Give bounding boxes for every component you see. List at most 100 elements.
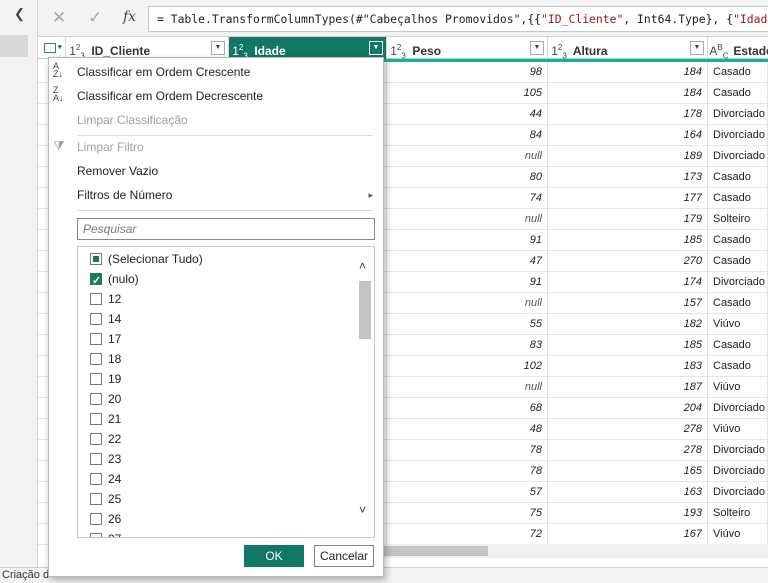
checkbox[interactable] <box>90 473 102 485</box>
peso-cell[interactable]: 105 <box>387 83 548 104</box>
checkbox[interactable] <box>90 453 102 465</box>
filter-value-item[interactable]: 23 <box>78 449 356 469</box>
checkbox[interactable] <box>90 293 102 305</box>
altura-cell[interactable]: 185 <box>548 335 708 356</box>
checkbox[interactable] <box>90 313 102 325</box>
altura-cell[interactable]: 173 <box>548 167 708 188</box>
estado-cell[interactable]: Solteiro <box>708 209 768 230</box>
scroll-up-icon[interactable]: ˄ <box>359 259 366 273</box>
estado-cell[interactable]: Viúvo <box>708 314 768 335</box>
filter-value-item[interactable]: 19 <box>78 369 356 389</box>
column-header-id-cliente[interactable]: 123 ID_Cliente ▼ <box>66 37 229 59</box>
checkbox[interactable] <box>90 373 102 385</box>
peso-cell[interactable]: 102 <box>387 356 548 377</box>
peso-cell[interactable]: 44 <box>387 104 548 125</box>
altura-cell[interactable]: 179 <box>548 209 708 230</box>
checkbox[interactable] <box>90 413 102 425</box>
altura-cell[interactable]: 182 <box>548 314 708 335</box>
peso-cell[interactable]: null <box>387 377 548 398</box>
scroll-down-icon[interactable]: ˅ <box>359 503 366 517</box>
peso-cell[interactable]: 48 <box>387 419 548 440</box>
whole-number-type-icon[interactable]: 123 <box>229 37 251 59</box>
checkbox[interactable] <box>90 271 102 291</box>
altura-cell[interactable]: 184 <box>548 62 708 83</box>
commit-formula-icon[interactable]: ✓ <box>88 8 102 28</box>
checkbox[interactable] <box>90 333 102 345</box>
altura-cell[interactable]: 165 <box>548 461 708 482</box>
peso-cell[interactable]: 57 <box>387 482 548 503</box>
sort-ascending-item[interactable]: A Z↓ Classificar em Ordem Crescente <box>49 60 383 84</box>
clear-sort-item[interactable]: Limpar Classificação <box>49 108 383 132</box>
estado-cell[interactable]: Casado <box>708 293 768 314</box>
altura-cell[interactable]: 184 <box>548 83 708 104</box>
altura-cell[interactable]: 278 <box>548 419 708 440</box>
altura-cell[interactable]: 157 <box>548 293 708 314</box>
cancel-formula-icon[interactable]: ✕ <box>52 8 66 28</box>
filter-value-item[interactable]: 27 <box>78 529 356 537</box>
altura-cell[interactable]: 183 <box>548 356 708 377</box>
altura-cell[interactable]: 193 <box>548 503 708 524</box>
peso-cell[interactable]: 80 <box>387 167 548 188</box>
fx-icon[interactable]: fx <box>123 9 136 25</box>
sort-descending-item[interactable]: Z A↓ Classificar em Ordem Decrescente <box>49 84 383 108</box>
estado-cell[interactable]: Divorciado <box>708 104 768 125</box>
peso-cell[interactable]: 55 <box>387 314 548 335</box>
filter-value-item[interactable]: 20 <box>78 389 356 409</box>
estado-cell[interactable]: Casado <box>708 62 768 83</box>
table-menu-button[interactable]: ▾ <box>38 37 66 59</box>
filter-value-item[interactable]: 22 <box>78 429 356 449</box>
clear-filter-item[interactable]: ⧩ Limpar Filtro <box>49 135 383 159</box>
peso-cell[interactable]: 78 <box>387 440 548 461</box>
estado-cell[interactable]: Divorciado <box>708 398 768 419</box>
altura-cell[interactable]: 178 <box>548 104 708 125</box>
whole-number-type-icon[interactable]: 123 <box>66 37 88 59</box>
estado-cell[interactable]: Casado <box>708 167 768 188</box>
peso-cell[interactable]: null <box>387 209 548 230</box>
estado-cell[interactable]: Viúvo <box>708 524 768 545</box>
ok-button[interactable]: OK <box>244 545 304 567</box>
estado-cell[interactable]: Divorciado <box>708 482 768 503</box>
filter-value-item[interactable]: 12 <box>78 289 356 309</box>
estado-cell[interactable]: Divorciado <box>708 461 768 482</box>
peso-cell[interactable]: 74 <box>387 188 548 209</box>
altura-cell[interactable]: 204 <box>548 398 708 419</box>
filter-value-item[interactable]: 17 <box>78 329 356 349</box>
peso-cell[interactable]: 91 <box>387 230 548 251</box>
peso-cell[interactable]: 68 <box>387 398 548 419</box>
peso-cell[interactable]: 72 <box>387 524 548 545</box>
formula-input[interactable]: = Table.TransformColumnTypes(#"Cabeçalho… <box>148 6 768 32</box>
peso-cell[interactable]: 83 <box>387 335 548 356</box>
cancel-button[interactable]: Cancelar <box>314 545 374 567</box>
peso-cell[interactable]: 75 <box>387 503 548 524</box>
altura-cell[interactable]: 187 <box>548 377 708 398</box>
estado-cell[interactable]: Solteiro <box>708 503 768 524</box>
number-filters-item[interactable]: Filtros de Número ▸ <box>49 183 383 207</box>
vertical-scrollbar-thumb[interactable] <box>359 281 371 339</box>
whole-number-type-icon[interactable]: 123 <box>548 37 570 59</box>
filter-value-item[interactable]: 25 <box>78 489 356 509</box>
remove-empty-item[interactable]: Remover Vazio <box>49 159 383 183</box>
altura-cell[interactable]: 164 <box>548 125 708 146</box>
peso-cell[interactable]: 47 <box>387 251 548 272</box>
estado-cell[interactable]: Casado <box>708 83 768 104</box>
filter-value-item[interactable]: 26 <box>78 509 356 529</box>
peso-cell[interactable]: 91 <box>387 272 548 293</box>
altura-cell[interactable]: 174 <box>548 272 708 293</box>
estado-cell[interactable]: Casado <box>708 188 768 209</box>
checkbox[interactable] <box>90 353 102 365</box>
estado-cell[interactable]: Casado <box>708 251 768 272</box>
horizontal-scrollbar-thumb[interactable] <box>378 546 488 556</box>
filter-value-item[interactable]: (Selecionar Tudo) <box>78 249 356 269</box>
estado-cell[interactable]: Divorciado <box>708 272 768 293</box>
estado-cell[interactable]: Viúvo <box>708 419 768 440</box>
estado-cell[interactable]: Casado <box>708 356 768 377</box>
altura-cell[interactable]: 270 <box>548 251 708 272</box>
vertical-scrollbar[interactable]: ˄ ˅ <box>356 247 374 537</box>
checkbox[interactable] <box>90 513 102 525</box>
checkbox[interactable] <box>90 493 102 505</box>
filter-value-item[interactable]: (nulo) <box>78 269 356 291</box>
column-header-idade[interactable]: 123 Idade ▼ <box>229 37 387 59</box>
checkbox[interactable] <box>90 533 102 537</box>
checkbox[interactable] <box>90 253 102 265</box>
text-type-icon[interactable]: ABC <box>708 37 730 59</box>
